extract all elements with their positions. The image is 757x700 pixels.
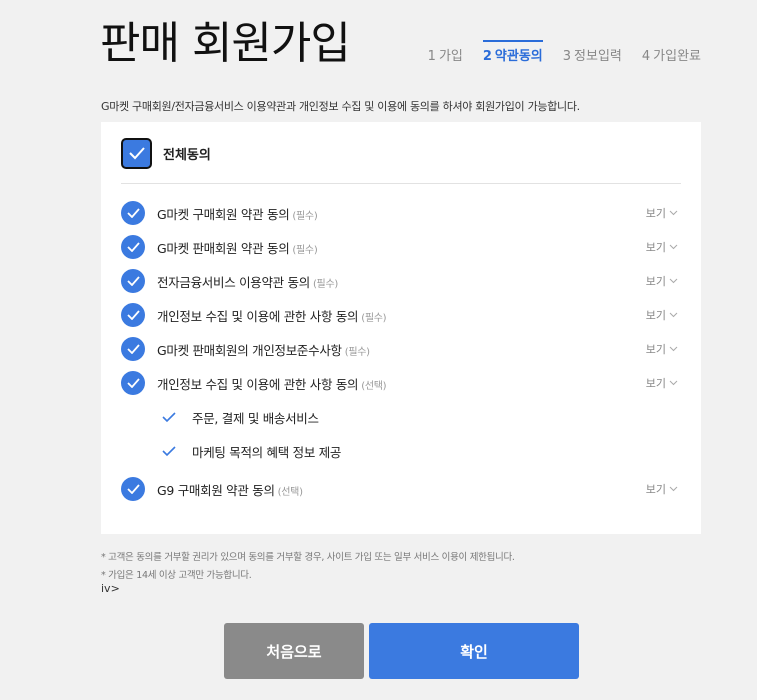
chevron-down-icon [669, 312, 678, 318]
view-terms-link[interactable]: 보기 [646, 341, 678, 357]
view-label: 보기 [645, 275, 666, 288]
step-4: 4 가입완료 [642, 45, 701, 70]
check-circle-icon [121, 337, 145, 361]
footnote-refusal-right: * 고객은 동의를 거부할 권리가 있으며 동의를 거부할 경우, 사이트 가입… [101, 552, 515, 563]
checkmark-icon [162, 446, 176, 457]
view-terms-link[interactable]: 보기 [646, 239, 678, 255]
confirm-button[interactable]: 확인 [369, 623, 579, 679]
step-3: 3 정보입력 [563, 45, 622, 70]
agreement-item-text: 전자금융서비스 이용약관 동의 [157, 274, 310, 290]
chevron-down-icon [669, 244, 678, 250]
agreement-item-privacy-required[interactable]: 개인정보 수집 및 이용에 관한 사항 동의 (필수) 보기 [121, 302, 678, 328]
agreement-item-text: G마켓 구매회원 약관 동의 [157, 206, 290, 222]
view-label: 보기 [645, 241, 666, 254]
chevron-down-icon [669, 346, 678, 352]
agreement-item-e-finance[interactable]: 전자금융서비스 이용약관 동의 (필수) 보기 [121, 268, 678, 294]
agreement-item-g9-buyer[interactable]: G9 구매회원 약관 동의 (선택) 보기 [121, 476, 678, 502]
step-2-label: 약관동의 [494, 49, 543, 64]
agreement-item-text: G마켓 판매회원의 개인정보준수사항 [157, 342, 342, 358]
agreement-item-seller-privacy-compliance[interactable]: G마켓 판매회원의 개인정보준수사항 (필수) 보기 [121, 336, 678, 362]
agreement-panel: 전체동의 G마켓 구매회원 약관 동의 (필수) 보기 G마켓 판매회원 약관 동… [101, 122, 701, 534]
view-label: 보기 [645, 343, 666, 356]
page-title: 판매 회원가입 [100, 18, 351, 69]
view-terms-link[interactable]: 보기 [646, 205, 678, 221]
optional-tag: (선택) [277, 486, 303, 498]
step-indicator: 1 가입 2 약관동의 3 정보입력 4 가입완료 [428, 40, 701, 70]
footnote-age-limit: * 가입은 14세 이상 고객만 가능합니다. [101, 570, 252, 581]
check-circle-icon [121, 269, 145, 293]
chevron-down-icon [669, 278, 678, 284]
agree-all-label: 전체동의 [163, 147, 211, 163]
required-tag: (필수) [292, 210, 318, 222]
view-label: 보기 [645, 483, 666, 496]
agreement-item-text: G마켓 판매회원 약관 동의 [157, 240, 290, 256]
required-tag: (필수) [292, 244, 318, 256]
agree-all-checkbox[interactable]: 전체동의 [121, 136, 211, 170]
agreement-item-label: 개인정보 수집 및 이용에 관한 사항 동의 (선택) [157, 374, 387, 393]
agreement-item-label: G마켓 판매회원의 개인정보준수사항 (필수) [157, 340, 370, 359]
step-4-number: 4 [641, 49, 651, 64]
agreement-item-label: 전자금융서비스 이용약관 동의 (필수) [157, 272, 338, 291]
step-1: 1 가입 [428, 45, 463, 70]
step-1-number: 1 [427, 49, 436, 64]
chevron-down-icon [669, 210, 678, 216]
agreement-item-text: 개인정보 수집 및 이용에 관한 사항 동의 [157, 376, 359, 392]
step-3-number: 3 [562, 49, 572, 64]
step-2-number: 2 [482, 49, 492, 64]
agreement-item-text: 개인정보 수집 및 이용에 관한 사항 동의 [157, 308, 359, 324]
view-terms-link[interactable]: 보기 [646, 273, 678, 289]
sub-item-label: 주문, 결제 및 배송서비스 [192, 410, 319, 426]
optional-tag: (선택) [361, 380, 387, 392]
check-circle-icon [121, 201, 145, 225]
chevron-down-icon [669, 486, 678, 492]
view-label: 보기 [645, 207, 666, 220]
check-icon [121, 137, 152, 169]
check-circle-icon [121, 477, 145, 501]
view-label: 보기 [645, 377, 666, 390]
sub-item-order-payment-delivery[interactable]: 주문, 결제 및 배송서비스 [161, 405, 319, 429]
view-label: 보기 [645, 309, 666, 322]
sub-item-marketing[interactable]: 마케팅 목적의 혜택 정보 제공 [161, 439, 341, 463]
agreement-item-gmarket-buyer[interactable]: G마켓 구매회원 약관 동의 (필수) 보기 [121, 200, 678, 226]
divider [121, 183, 681, 184]
required-tag: (필수) [312, 278, 338, 290]
agreement-item-gmarket-seller[interactable]: G마켓 판매회원 약관 동의 (필수) 보기 [121, 234, 678, 260]
required-tag: (필수) [361, 312, 387, 324]
step-4-label: 가입완료 [653, 49, 701, 64]
sub-item-label: 마케팅 목적의 혜택 정보 제공 [192, 444, 342, 460]
agreement-item-label: G마켓 구매회원 약관 동의 (필수) [157, 204, 318, 223]
chevron-down-icon [669, 380, 678, 386]
checkmark-icon [162, 412, 176, 423]
step-2-active: 2 약관동의 [482, 40, 543, 70]
stray-text: iv> [101, 582, 120, 595]
agreement-item-label: 개인정보 수집 및 이용에 관한 사항 동의 (필수) [157, 306, 387, 325]
step-1-label: 가입 [438, 49, 463, 64]
agreement-notice: G마켓 구매회원/전자금융서비스 이용약관과 개인정보 수집 및 이용에 동의를… [101, 100, 580, 113]
check-circle-icon [121, 303, 145, 327]
view-terms-link[interactable]: 보기 [646, 481, 678, 497]
check-circle-icon [121, 235, 145, 259]
agreement-item-text: G9 구매회원 약관 동의 [157, 482, 275, 498]
agreement-item-label: G마켓 판매회원 약관 동의 (필수) [157, 238, 318, 257]
reset-button[interactable]: 처음으로 [224, 623, 364, 679]
check-circle-icon [121, 371, 145, 395]
required-tag: (필수) [344, 346, 370, 358]
view-terms-link[interactable]: 보기 [646, 375, 678, 391]
step-3-label: 정보입력 [574, 49, 622, 64]
view-terms-link[interactable]: 보기 [646, 307, 678, 323]
agreement-item-privacy-optional[interactable]: 개인정보 수집 및 이용에 관한 사항 동의 (선택) 보기 [121, 370, 678, 396]
agreement-item-label: G9 구매회원 약관 동의 (선택) [157, 480, 303, 499]
